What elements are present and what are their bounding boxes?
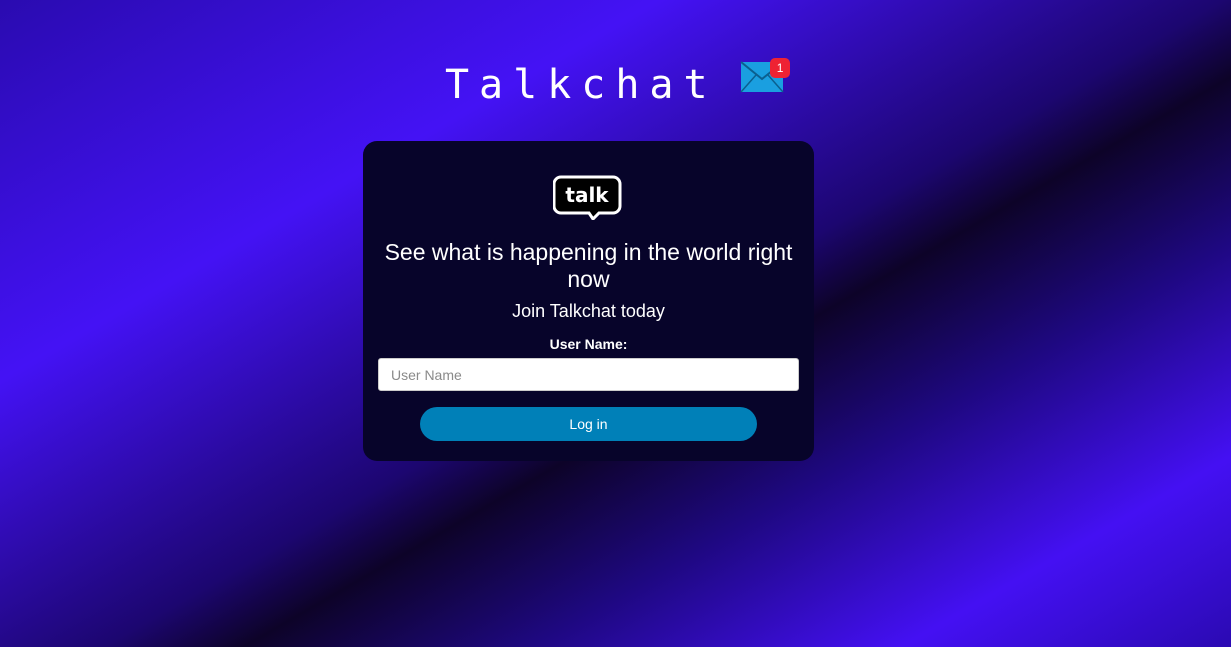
login-button[interactable]: Log in <box>420 407 757 441</box>
subheadline: Join Talkchat today <box>512 301 665 321</box>
logo-text: talk <box>565 183 609 207</box>
login-card: talk See what is happening in the world … <box>363 141 814 461</box>
talk-logo-icon: talk <box>553 175 622 220</box>
app-title: Talkchat <box>444 62 718 108</box>
username-input[interactable] <box>378 358 799 391</box>
username-label: User Name: <box>549 336 628 352</box>
notifications[interactable]: 1 <box>740 55 791 95</box>
app-header: Talkchat 1 <box>0 50 1231 120</box>
headline: See what is happening in the world right… <box>384 239 793 292</box>
notification-badge: 1 <box>770 58 791 78</box>
